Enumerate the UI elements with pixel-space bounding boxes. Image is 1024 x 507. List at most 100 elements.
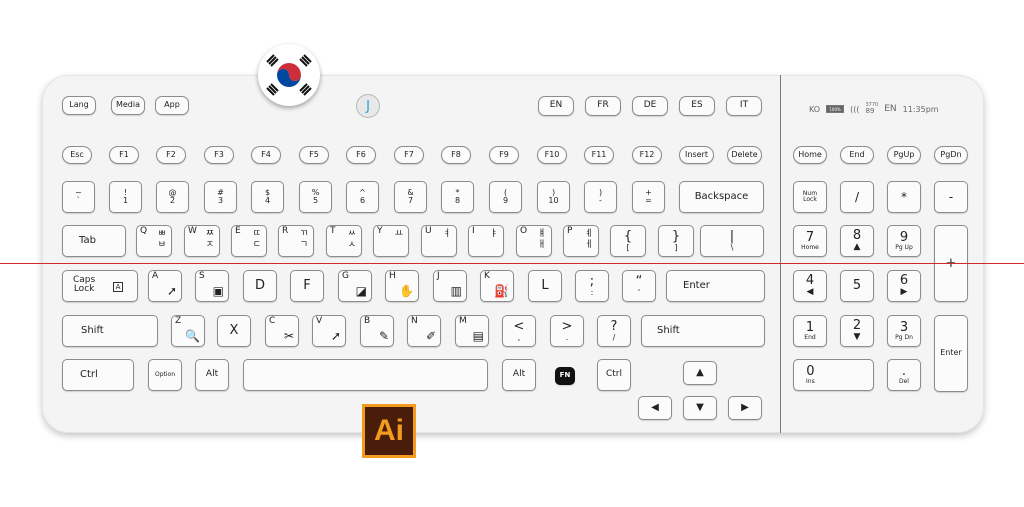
- key-x[interactable]: X: [217, 315, 251, 347]
- numpad-7-key[interactable]: 7 Home: [793, 225, 827, 257]
- key-p[interactable]: Pㅖㅔ: [563, 225, 599, 257]
- key-s[interactable]: S ▣: [195, 270, 229, 302]
- number-row-key[interactable]: ! 1: [109, 181, 142, 213]
- lang-de-key[interactable]: DE: [632, 96, 668, 116]
- key-f12[interactable]: F12: [632, 146, 662, 164]
- number-row-key[interactable]: ) 10: [537, 181, 570, 213]
- key-d[interactable]: D: [243, 270, 277, 302]
- key-home[interactable]: Home: [793, 146, 827, 164]
- number-row-key[interactable]: @2: [156, 181, 189, 213]
- number-row-key[interactable]: ^ 6: [346, 181, 379, 213]
- key-j[interactable]: J ▥: [433, 270, 467, 302]
- lang-es-key[interactable]: ES: [679, 96, 715, 116]
- key-y[interactable]: Yㅛ: [373, 225, 409, 257]
- key-a[interactable]: A ➚: [148, 270, 182, 302]
- key-f11[interactable]: F11: [584, 146, 614, 164]
- number-row-key[interactable]: #3: [204, 181, 237, 213]
- right-shift-key[interactable]: Shift: [641, 315, 765, 347]
- app-key[interactable]: App: [155, 96, 189, 115]
- key-delete[interactable]: Delete: [727, 146, 762, 164]
- key-f7[interactable]: F7: [394, 146, 424, 164]
- fn-key[interactable]: FN: [555, 367, 575, 385]
- lang-en-key[interactable]: EN: [538, 96, 574, 116]
- key-pgup[interactable]: PgUp: [887, 146, 921, 164]
- key-w[interactable]: Wㅉㅈ: [184, 225, 220, 257]
- numpad-5-key[interactable]: 5: [840, 270, 874, 302]
- left-alt-key[interactable]: Alt: [195, 359, 229, 391]
- key-r[interactable]: Rㄲㄱ: [278, 225, 314, 257]
- tab-key[interactable]: Tab: [62, 225, 126, 257]
- bracket-key[interactable]: {[: [610, 225, 646, 257]
- key-q[interactable]: Qㅃㅂ: [136, 225, 172, 257]
- media-key[interactable]: Media: [111, 96, 145, 115]
- backspace-key[interactable]: Backspace: [679, 181, 764, 213]
- num-lock-key[interactable]: Num Lock: [793, 181, 827, 213]
- lang-fr-key[interactable]: FR: [585, 96, 621, 116]
- caps-lock-key[interactable]: Caps Lock A: [62, 270, 138, 302]
- numpad-8-key[interactable]: 8 ▲: [840, 225, 874, 257]
- number-row-key[interactable]: (9: [489, 181, 522, 213]
- number-row-key[interactable]: $4: [251, 181, 284, 213]
- numpad-star-key[interactable]: *: [887, 181, 921, 213]
- number-row-key[interactable]: % 5: [299, 181, 332, 213]
- key-esc[interactable]: Esc: [62, 146, 92, 164]
- key-f9[interactable]: F9: [489, 146, 519, 164]
- punct-key[interactable]: ? /: [597, 315, 631, 347]
- spacebar[interactable]: [243, 359, 488, 391]
- bracket-key[interactable]: | \: [700, 225, 764, 257]
- numpad-9-key[interactable]: 9 Pg Up: [887, 225, 921, 257]
- key-f1[interactable]: F1: [109, 146, 139, 164]
- key-g[interactable]: G ◪: [338, 270, 372, 302]
- numpad-2-key[interactable]: 2 ▼: [840, 315, 874, 347]
- key-o[interactable]: Oㅒㅐ: [516, 225, 552, 257]
- key-f8[interactable]: F8: [441, 146, 471, 164]
- key-u[interactable]: Uㅕ: [421, 225, 457, 257]
- key-l[interactable]: L: [528, 270, 562, 302]
- numpad-dot-key[interactable]: . Del: [887, 359, 921, 391]
- right-ctrl-key[interactable]: Ctrl: [597, 359, 631, 391]
- numpad-1-key[interactable]: 1 End: [793, 315, 827, 347]
- number-row-key[interactable]: ) -: [584, 181, 617, 213]
- right-alt-key[interactable]: Alt: [502, 359, 536, 391]
- key-f2[interactable]: F2: [156, 146, 186, 164]
- key-c[interactable]: C ✂: [265, 315, 299, 347]
- punct-key[interactable]: <,: [502, 315, 536, 347]
- arrow-left-key[interactable]: ◀: [638, 396, 672, 420]
- arrow-up-key[interactable]: ▲: [683, 361, 717, 385]
- key-e[interactable]: Eㄸㄷ: [231, 225, 267, 257]
- number-row-key[interactable]: + =: [632, 181, 665, 213]
- key-f6[interactable]: F6: [346, 146, 376, 164]
- punct-key[interactable]: ;:: [575, 270, 609, 302]
- left-shift-key[interactable]: Shift: [62, 315, 158, 347]
- key-f4[interactable]: F4: [251, 146, 281, 164]
- key-f10[interactable]: F10: [537, 146, 567, 164]
- key-k[interactable]: K ⛽: [480, 270, 514, 302]
- number-row-key[interactable]: ~ `: [62, 181, 95, 213]
- punct-key[interactable]: >.: [550, 315, 584, 347]
- key-z[interactable]: Z 🔍: [171, 315, 205, 347]
- key-i[interactable]: Iㅑ: [468, 225, 504, 257]
- key-f[interactable]: F: [290, 270, 324, 302]
- key-n[interactable]: N ✐: [407, 315, 441, 347]
- korean-flag-icon[interactable]: [258, 44, 320, 106]
- numpad-6-key[interactable]: 6 ▶: [887, 270, 921, 302]
- j-logo-button[interactable]: J: [356, 94, 380, 118]
- left-ctrl-key[interactable]: Ctrl: [62, 359, 134, 391]
- numpad-4-key[interactable]: 4 ◀: [793, 270, 827, 302]
- key-h[interactable]: H ✋: [385, 270, 419, 302]
- arrow-down-key[interactable]: ▼: [683, 396, 717, 420]
- lang-key[interactable]: Lang: [62, 96, 96, 115]
- key-m[interactable]: M ▤: [455, 315, 489, 347]
- bracket-key[interactable]: }]: [658, 225, 694, 257]
- key-insert[interactable]: Insert: [679, 146, 714, 164]
- number-row-key[interactable]: & 7: [394, 181, 427, 213]
- key-v[interactable]: V ➚: [312, 315, 346, 347]
- numpad-slash-key[interactable]: /: [840, 181, 874, 213]
- numpad-minus-key[interactable]: -: [934, 181, 968, 213]
- key-b[interactable]: B ✎: [360, 315, 394, 347]
- arrow-right-key[interactable]: ▶: [728, 396, 762, 420]
- key-pgdn[interactable]: PgDn: [934, 146, 968, 164]
- option-key[interactable]: Option: [148, 359, 182, 391]
- punct-key[interactable]: “‘: [622, 270, 656, 302]
- lang-it-key[interactable]: IT: [726, 96, 762, 116]
